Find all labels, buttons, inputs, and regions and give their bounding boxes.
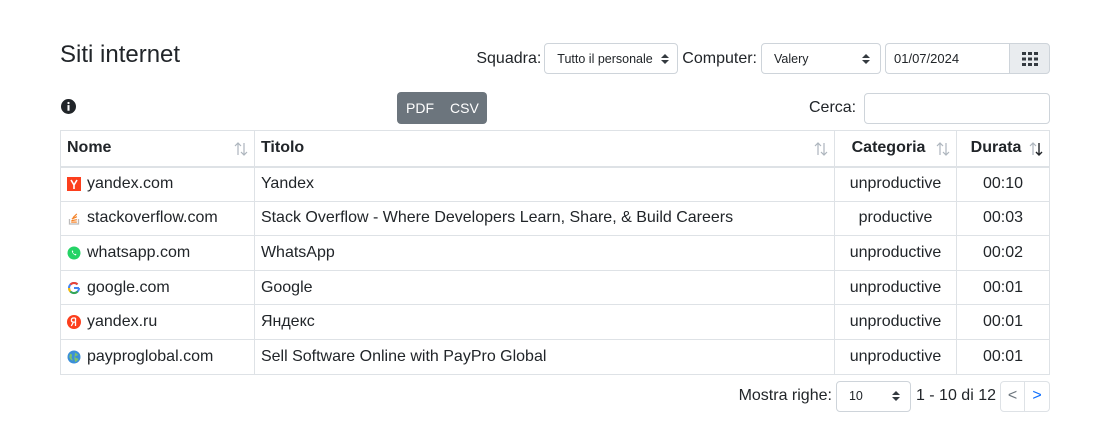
page-title: Siti internet xyxy=(60,41,181,68)
team-select[interactable]: Tutto il personale xyxy=(544,43,679,74)
site-name: payproglobal.com xyxy=(87,347,214,365)
site-title-cell: WhatsApp xyxy=(253,235,836,271)
site-name-cell[interactable]: yandex.com xyxy=(60,166,255,202)
pdf-export-button[interactable]: PDF xyxy=(397,92,442,124)
site-name: whatsapp.com xyxy=(87,243,191,261)
site-name: yandex.ru xyxy=(87,313,158,331)
pagination: Mostra righe: 10 1 - 10 di 12 < > xyxy=(739,380,1050,412)
site-title-cell: Яндекс xyxy=(253,304,836,340)
duration-cell: 00:01 xyxy=(956,304,1050,340)
sort-descending-icon xyxy=(1029,142,1043,156)
yandex-com-favicon xyxy=(67,177,81,192)
category-cell: unproductive xyxy=(834,269,957,306)
site-name-cell[interactable]: payproglobal.com xyxy=(60,338,255,375)
computer-select[interactable]: Valery xyxy=(761,43,881,74)
column-header-label: Titolo xyxy=(260,139,305,157)
team-select-value: Tutto il personale xyxy=(557,51,653,66)
table-row: whatsapp.com WhatsApp unproductive 00:02 xyxy=(60,235,1050,271)
duration-cell: 00:01 xyxy=(956,269,1050,306)
export-buttons: PDF CSV xyxy=(397,92,487,124)
column-header-label: Durata xyxy=(970,139,1022,157)
computer-label: Computer: xyxy=(682,49,757,67)
site-title-cell: Stack Overflow - Where Developers Learn,… xyxy=(253,200,836,237)
rows-per-page-select[interactable]: 10 xyxy=(835,380,911,412)
page-range-text: 1 - 10 di 12 xyxy=(915,387,996,404)
info-circle-icon[interactable] xyxy=(61,99,76,119)
site-name: yandex.com xyxy=(87,175,174,193)
select-arrows-icon xyxy=(891,391,900,401)
whatsapp-favicon xyxy=(67,246,81,260)
column-header-label: Categoria xyxy=(851,139,926,157)
site-title-cell: Google xyxy=(253,269,836,306)
search-input[interactable] xyxy=(864,93,1050,124)
column-header-nome[interactable]: Nome xyxy=(60,130,255,168)
stackoverflow-favicon xyxy=(68,213,80,226)
google-favicon xyxy=(67,281,80,294)
column-header-categoria[interactable]: Categoria xyxy=(834,130,957,168)
category-cell: unproductive xyxy=(834,338,957,375)
category-cell: unproductive xyxy=(834,166,957,202)
duration-cell: 00:10 xyxy=(956,166,1050,202)
sort-icon xyxy=(814,142,828,156)
rows-per-page-label: Mostra righe: xyxy=(738,387,832,404)
sort-icon xyxy=(234,142,248,156)
site-name-cell[interactable]: stackoverflow.com xyxy=(60,200,255,237)
site-name: google.com xyxy=(87,278,170,296)
site-name-cell[interactable]: google.com xyxy=(60,269,255,306)
sort-icon xyxy=(936,142,950,156)
duration-cell: 00:01 xyxy=(956,338,1050,375)
calendar-button[interactable] xyxy=(1009,43,1050,74)
date-picker: 01/07/2024 xyxy=(885,43,1050,74)
rows-per-page-value: 10 xyxy=(848,389,863,403)
page-nav: < > xyxy=(1000,380,1050,412)
select-arrows-icon xyxy=(862,53,870,64)
category-cell: productive xyxy=(834,200,957,237)
category-cell: unproductive xyxy=(834,235,957,271)
column-header-titolo[interactable]: Titolo xyxy=(253,130,836,168)
previous-page-button[interactable]: < xyxy=(1000,380,1025,412)
site-name-cell[interactable]: yandex.ru xyxy=(60,304,255,340)
next-page-button[interactable]: > xyxy=(1025,380,1050,412)
table-row: stackoverflow.com Stack Overflow - Where… xyxy=(60,200,1050,237)
duration-cell: 00:03 xyxy=(956,200,1050,237)
filters-bar: Squadra: Tutto il personale Computer: Va… xyxy=(476,43,1050,74)
table-row: yandex.com Yandex unproductive 00:10 xyxy=(60,166,1050,202)
category-cell: unproductive xyxy=(834,304,957,340)
team-label: Squadra: xyxy=(476,49,542,67)
websites-table: Nome Titolo Categoria Durata yandex.com … xyxy=(60,130,1050,375)
column-header-label: Nome xyxy=(67,139,112,157)
site-title-cell: Yandex xyxy=(253,166,836,202)
table-row: payproglobal.com Sell Software Online wi… xyxy=(60,338,1050,375)
select-arrows-icon xyxy=(660,53,669,64)
site-name: stackoverflow.com xyxy=(87,209,218,227)
yandex-ru-favicon xyxy=(67,315,81,330)
column-header-durata[interactable]: Durata xyxy=(956,130,1050,168)
table-row: google.com Google unproductive 00:01 xyxy=(60,269,1050,306)
computer-select-value: Valery xyxy=(774,51,809,66)
date-input[interactable]: 01/07/2024 xyxy=(885,43,1009,74)
globe-favicon xyxy=(67,350,81,364)
site-name-cell[interactable]: whatsapp.com xyxy=(60,235,255,271)
table-row: yandex.ru Яндекс unproductive 00:01 xyxy=(60,304,1050,340)
calendar-grid-icon xyxy=(1021,51,1038,66)
duration-cell: 00:02 xyxy=(956,235,1050,271)
csv-export-button[interactable]: CSV xyxy=(442,92,487,124)
search-label: Cerca: xyxy=(809,99,857,116)
site-title-cell: Sell Software Online with PayPro Global xyxy=(253,338,836,375)
table-header-row: Nome Titolo Categoria Durata xyxy=(60,130,1050,168)
